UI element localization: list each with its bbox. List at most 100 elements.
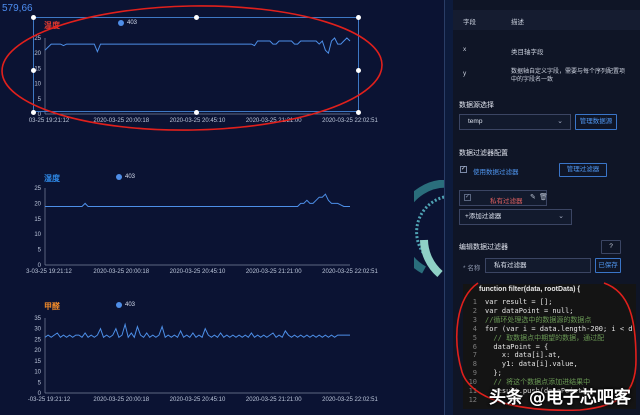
- y-tick-label: 15: [34, 359, 41, 365]
- series-line-403: [44, 322, 350, 339]
- x-tick-label: 2020-03-25 20:00:18: [93, 269, 149, 275]
- legend-label: 403: [125, 174, 136, 180]
- code-line: //循环处理选中的数据源的数据点: [485, 315, 592, 324]
- code-line: for (var i = data.length-200; i < d: [485, 324, 633, 333]
- line-number: 8: [472, 360, 477, 369]
- manage-filter-button[interactable]: 管理过滤器: [559, 163, 607, 177]
- y-tick-label: 25: [34, 337, 41, 343]
- resize-handle-top[interactable]: [194, 15, 199, 20]
- y-tick-label: 10: [34, 370, 41, 376]
- x-tick-label: 2020-03-25 22:02:51: [322, 118, 378, 124]
- function-signature: function filter(data, rootData) {: [479, 286, 581, 293]
- y-tick-label: 5: [38, 248, 42, 254]
- resize-handle-bottom-right[interactable]: [356, 110, 361, 115]
- line-number: 1: [472, 298, 477, 306]
- x-tick-label: 2020-03-25 22:02:51: [322, 397, 378, 403]
- x-tick-label: 2020-03-25 20:00:18: [93, 118, 149, 124]
- chart-plot: 05101520253-03-25 19:21:12 2020-03-25 20:…: [26, 186, 378, 275]
- add-filter-select[interactable]: +添加过滤器 ⌄: [459, 209, 572, 225]
- x-tick-label: 3-03-25 19:21:12: [26, 269, 72, 275]
- selection-box[interactable]: [33, 17, 359, 112]
- name-label: * 名称: [463, 265, 481, 272]
- line-number: 7: [472, 351, 477, 360]
- line-number: 4: [472, 324, 477, 333]
- field-table-header: 字段 描述: [453, 10, 640, 30]
- datasource-select[interactable]: temp ⌄: [459, 114, 571, 130]
- y-tick-label: 15: [34, 217, 41, 223]
- edit-icon[interactable]: ✎: [530, 193, 536, 201]
- x-tick-label: 2020-03-25 20:45:10: [170, 397, 226, 403]
- field-desc: 数据轴自定义字段，需要与每个序列配置项中的字段名一致: [511, 69, 626, 83]
- y-tick-label: 25: [34, 186, 41, 192]
- field-name: x: [463, 46, 467, 53]
- y-tick-label: 20: [34, 348, 41, 354]
- chart-title: 湿度: [44, 174, 60, 183]
- filter-config-heading: 数据过滤器配置: [459, 150, 508, 157]
- filter-name-value: 私有过滤器: [494, 262, 527, 269]
- resize-handle-bottom-left[interactable]: [31, 110, 36, 115]
- humidity-chart[interactable]: 湿度 403 0 5 10 15 20 25 3-03-25 19:21:12 2020-03…: [0, 168, 444, 278]
- add-filter-label: +添加过滤器: [465, 213, 502, 220]
- resize-handle-left[interactable]: [31, 68, 36, 73]
- header-field: 字段: [463, 19, 476, 26]
- manage-datasource-button[interactable]: 管理数据源: [575, 114, 617, 130]
- x-tick-label: 2020-03-25 21:21:00: [246, 118, 302, 124]
- line-number: 10: [468, 378, 477, 387]
- code-line: // 取数据点中期望的数据，通过配: [485, 333, 605, 342]
- legend-dot-icon: [116, 174, 122, 180]
- resize-handle-right[interactable]: [356, 68, 361, 73]
- line-number: 5: [472, 333, 477, 342]
- help-button[interactable]: ?: [601, 240, 621, 254]
- x-tick-label: 2020-03-25 20:00:18: [93, 397, 149, 403]
- x-tick-label: -03-25 19:21:12: [28, 397, 71, 403]
- field-name: y: [463, 70, 467, 77]
- x-tick-label: 2020-03-25 20:45:10: [170, 269, 226, 275]
- table-row: x 类目轴字段: [453, 40, 640, 60]
- resize-handle-top-right[interactable]: [356, 15, 361, 20]
- y-tick-label: 20: [34, 201, 41, 207]
- filter-item-label: 私有过滤器: [490, 198, 523, 205]
- chevron-down-icon: ⌄: [558, 213, 564, 220]
- table-row: y 数据轴自定义字段，需要与每个序列配置项中的字段名一致: [453, 66, 640, 90]
- line-number: 2: [472, 306, 477, 315]
- filter-item-checkbox[interactable]: ✓: [464, 194, 471, 201]
- chart-legend[interactable]: 403: [116, 302, 135, 308]
- resize-handle-top-left[interactable]: [31, 15, 36, 20]
- series-line-403: [45, 193, 350, 207]
- line-number: 3: [472, 315, 477, 324]
- use-filter-label: 使用数据过滤器: [473, 169, 519, 176]
- dashboard-canvas[interactable]: 579,66 温度 403 0 5 10 15 20 25 03-25 19:21:12 20…: [0, 0, 453, 415]
- use-filter-checkbox[interactable]: ✓: [460, 166, 467, 173]
- y-tick-label: 35: [34, 316, 41, 322]
- x-tick-label: 2020-03-25 21:21:00: [246, 397, 302, 403]
- datasource-heading: 数据源选择: [459, 102, 494, 109]
- filter-item-row[interactable]: ✓ 私有过滤器 ✎ 🗑: [459, 190, 548, 206]
- delete-icon[interactable]: 🗑: [539, 193, 548, 201]
- resize-handle-bottom[interactable]: [194, 110, 199, 115]
- y-tick-label: 30: [34, 327, 41, 333]
- watermark-text: 头条 @电子芯吧客: [489, 388, 631, 408]
- chart-plot: 05101520253035-03-25 19:21:12 2020-03-25 …: [28, 316, 379, 403]
- x-tick-label: 03-25 19:21:12: [29, 118, 70, 124]
- y-tick-label: 5: [38, 380, 42, 386]
- line-number: 6: [472, 342, 477, 351]
- line-number: 9: [472, 369, 477, 378]
- filter-name-input[interactable]: 私有过滤器: [485, 258, 591, 273]
- legend-dot-icon: [116, 302, 122, 308]
- code-line: };: [485, 369, 502, 378]
- x-tick-label: 2020-03-25 21:21:00: [246, 269, 302, 275]
- datasource-value: temp: [468, 118, 483, 125]
- line-number: 11: [468, 387, 477, 395]
- code-line: dataPoint = {: [485, 342, 549, 351]
- canvas-scroll-edge[interactable]: [444, 0, 453, 415]
- x-tick-label: 2020-03-25 22:02:51: [322, 269, 378, 275]
- edit-filter-heading: 编辑数据过滤器: [459, 244, 508, 251]
- header-desc: 描述: [511, 19, 524, 26]
- formaldehyde-chart[interactable]: 甲醛 403 0 5 10 15 20 25 30 35 -03-25 19:21:12 2020…: [0, 296, 444, 406]
- code-line: y1: data[i].value,: [485, 360, 578, 369]
- legend-label: 403: [125, 302, 136, 308]
- saved-button[interactable]: 已保存: [595, 258, 621, 273]
- y-tick-label: 10: [34, 232, 41, 238]
- code-line: var dataPoint = null;: [485, 306, 574, 315]
- chart-legend[interactable]: 403: [116, 174, 135, 180]
